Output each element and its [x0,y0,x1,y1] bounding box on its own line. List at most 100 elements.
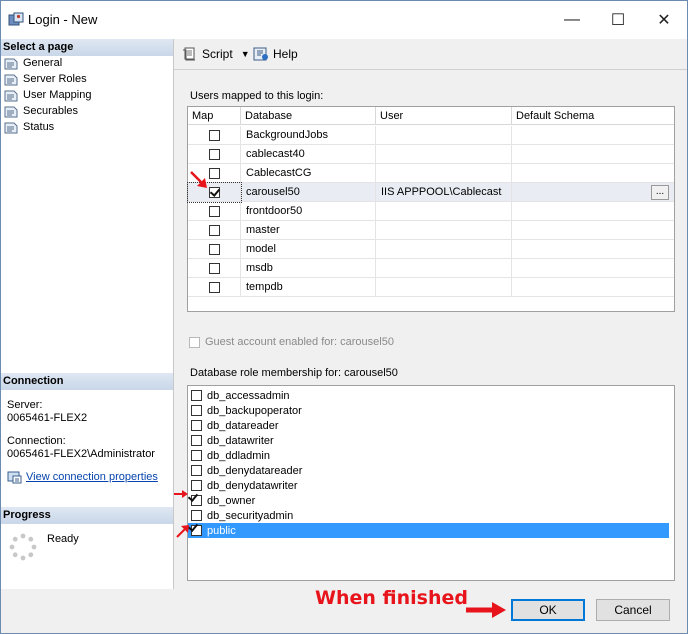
page-general[interactable]: General [4,55,62,71]
user-cell[interactable] [376,126,512,145]
map-checkbox[interactable] [209,225,220,236]
default-schema-cell[interactable] [512,183,674,202]
user-cell[interactable] [376,202,512,221]
connection-label: Connection: [7,435,66,447]
title-bar: Login - New — ☐ ✕ [1,1,687,39]
minimize-button[interactable]: — [549,1,595,39]
role-item[interactable]: db_securityadmin [188,508,669,523]
role-label: db_backupoperator [207,404,302,417]
page-icon [4,90,18,101]
map-checkbox[interactable] [209,130,220,141]
user-cell[interactable] [376,278,512,297]
default-schema-cell[interactable] [512,240,674,259]
close-button[interactable]: ✕ [641,1,687,39]
role-item[interactable]: db_accessadmin [188,388,669,403]
default-schema-cell[interactable] [512,145,674,164]
role-label: db_owner [207,494,256,507]
page-icon [4,106,18,117]
cancel-button[interactable]: Cancel [596,599,670,621]
col-database[interactable]: Database [241,107,376,125]
user-cell[interactable] [376,240,512,259]
role-item[interactable]: db_owner [188,493,669,508]
user-cell[interactable]: IIS APPPOOL\Cablecast [376,183,512,202]
script-icon [183,47,195,61]
default-schema-cell[interactable] [512,278,674,297]
mapping-row[interactable]: msdb [188,259,674,278]
map-cell [188,202,241,221]
role-item[interactable]: db_ddladmin [188,448,669,463]
map-checkbox[interactable] [209,282,220,293]
mapping-row[interactable]: frontdoor50 [188,202,674,221]
maximize-button[interactable]: ☐ [595,1,641,39]
page-securables[interactable]: Securables [4,103,78,119]
page-user-mapping[interactable]: User Mapping [4,87,91,103]
progress-status: Ready [47,533,79,545]
role-item[interactable]: db_backupoperator [188,403,669,418]
user-cell[interactable] [376,221,512,240]
page-icon [4,58,18,69]
mapping-row[interactable]: CablecastCG [188,164,674,183]
map-cell [188,126,241,145]
role-item[interactable]: db_datawriter [188,433,669,448]
role-label: db_datareader [207,419,279,432]
role-item[interactable]: db_denydatawriter [188,478,669,493]
role-checkbox[interactable] [191,495,202,506]
default-schema-cell[interactable] [512,126,674,145]
map-cell [188,240,241,259]
role-item[interactable]: db_denydatareader [188,463,669,478]
default-schema-cell[interactable] [512,259,674,278]
mapping-row[interactable]: carousel50 IIS APPPOOL\Cablecast... [187,182,674,203]
map-cell [188,221,241,240]
user-cell[interactable] [376,145,512,164]
role-checkbox[interactable] [191,405,202,416]
col-map[interactable]: Map [188,107,241,125]
role-checkbox[interactable] [191,420,202,431]
database-cell: msdb [241,259,376,278]
default-schema-cell[interactable] [512,221,674,240]
page-icon [4,122,18,133]
map-checkbox[interactable] [209,244,220,255]
view-connection-properties-link[interactable]: View connection properties [7,469,158,485]
window-title: Login - New [28,12,98,27]
mapping-row[interactable]: cablecast40 [188,145,674,164]
role-checkbox[interactable] [191,465,202,476]
toolbar: Script ▼ Help [174,39,687,70]
view-connection-properties-text[interactable]: View connection properties [26,471,158,483]
mapping-row[interactable]: model [188,240,674,259]
col-user[interactable]: User [376,107,512,125]
map-checkbox[interactable] [209,149,220,160]
database-cell: master [241,221,376,240]
role-membership-label: Database role membership for: carousel50 [190,367,398,379]
role-item[interactable]: public [188,523,669,538]
page-server-roles[interactable]: Server Roles [4,71,87,87]
role-checkbox[interactable] [191,435,202,446]
user-mapping-grid: Map Database User Default Schema Backgro… [187,106,675,312]
col-default-schema[interactable]: Default Schema [512,107,674,125]
user-cell[interactable] [376,164,512,183]
mapping-row[interactable]: BackgroundJobs [188,126,674,145]
database-cell: BackgroundJobs [241,126,376,145]
role-checkbox[interactable] [191,450,202,461]
role-checkbox[interactable] [191,510,202,521]
role-checkbox[interactable] [191,480,202,491]
map-cell [188,145,241,164]
mapping-row[interactable]: master [188,221,674,240]
default-schema-cell[interactable] [512,202,674,221]
user-cell[interactable] [376,259,512,278]
page-status[interactable]: Status [4,119,54,135]
schema-browse-button[interactable]: ... [651,185,669,200]
role-checkbox[interactable] [191,525,202,536]
map-checkbox[interactable] [209,263,220,274]
script-button[interactable]: Script ▼ [182,45,250,63]
script-dropdown-icon[interactable]: ▼ [241,49,250,59]
role-checkbox[interactable] [191,390,202,401]
default-schema-cell[interactable] [512,164,674,183]
role-item[interactable]: db_datareader [188,418,669,433]
ok-button[interactable]: OK [511,599,585,621]
map-checkbox[interactable] [209,206,220,217]
role-label: public [207,524,236,537]
guest-account-option: Guest account enabled for: carousel50 [189,336,394,348]
help-button[interactable]: Help [253,45,298,63]
properties-icon [7,471,22,483]
mapping-row[interactable]: tempdb [188,278,674,297]
